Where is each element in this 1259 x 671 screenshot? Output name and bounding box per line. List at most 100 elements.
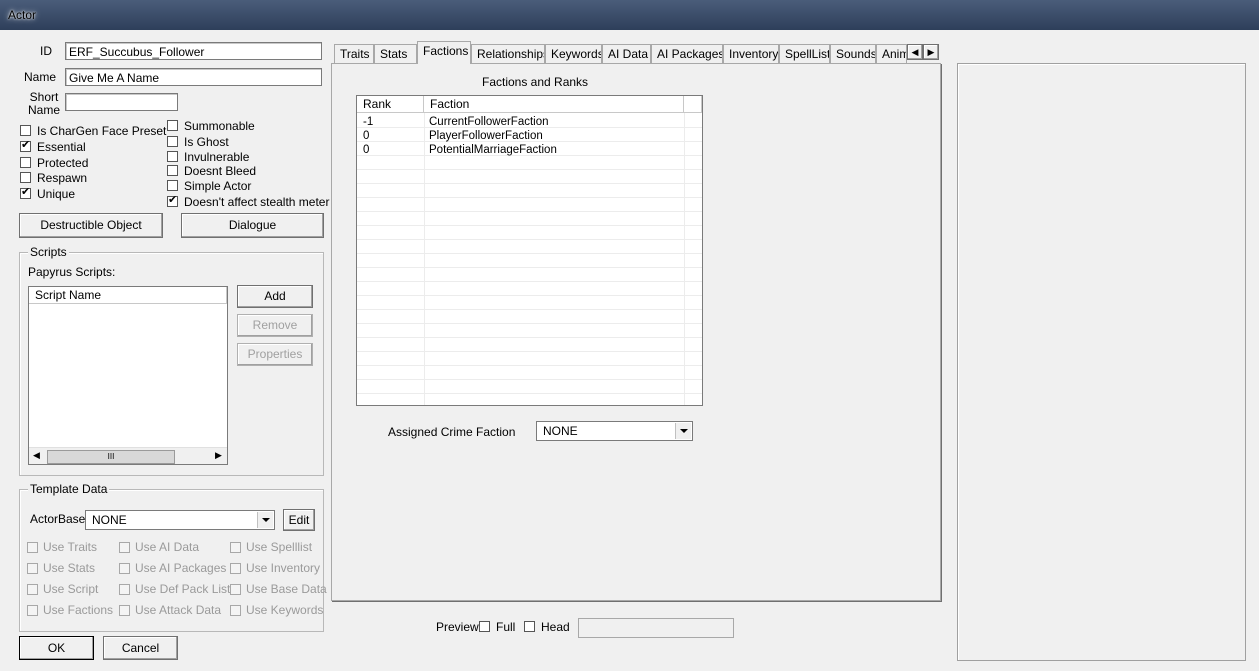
is-ghost-checkbox[interactable]	[167, 136, 178, 147]
row-gridline	[357, 337, 702, 338]
id-label: ID	[40, 44, 52, 58]
simple-actor-checkbox[interactable]	[167, 180, 178, 191]
use-ai-data-checkbox[interactable]	[119, 542, 130, 553]
factions-heading: Factions and Ranks	[482, 75, 589, 89]
tab-relationships[interactable]: Relationships	[471, 44, 545, 63]
use-spelllist-checkbox[interactable]	[230, 542, 241, 553]
doesn-t-affect-stealth-meter-label: Doesn't affect stealth meter	[184, 195, 330, 209]
preview-label: Preview	[436, 620, 479, 634]
crime-faction-select[interactable]: NONE	[536, 421, 693, 441]
use-inventory-checkbox[interactable]	[230, 563, 241, 574]
actorbase-select[interactable]: NONE	[85, 510, 275, 530]
use-stats-label: Use Stats	[43, 561, 96, 575]
preview-pane[interactable]	[957, 63, 1246, 661]
row-gridline	[357, 253, 702, 254]
faction-name: CurrentFollowerFaction	[429, 116, 549, 128]
tab-factions[interactable]: Factions	[417, 41, 471, 64]
tab-scroll-left-icon[interactable]: ◀	[907, 44, 923, 60]
actorbase-label: ActorBase	[30, 512, 86, 526]
tab-ai-packages[interactable]: AI Packages	[651, 44, 723, 63]
use-keywords-checkbox[interactable]	[230, 605, 241, 616]
extra-column-header[interactable]	[684, 96, 702, 113]
faction-rank: 0	[363, 130, 370, 142]
scroll-left-arrow-icon[interactable]: ◀	[33, 450, 40, 461]
crime-faction-value: NONE	[543, 424, 578, 438]
use-def-pack-list-label: Use Def Pack List	[135, 582, 231, 596]
chevron-down-icon[interactable]	[257, 512, 273, 528]
faction-row[interactable]: 0 PotentialMarriageFaction	[357, 143, 702, 157]
tab-sounds[interactable]: Sounds	[830, 44, 876, 63]
dialogue-button[interactable]: Dialogue	[181, 213, 324, 238]
faction-row[interactable]: 0 PlayerFollowerFaction	[357, 129, 702, 143]
unique-checkbox[interactable]	[20, 186, 31, 199]
chevron-down-icon[interactable]	[675, 423, 691, 439]
cancel-button[interactable]: Cancel	[103, 636, 178, 660]
use-stats-checkbox[interactable]	[27, 563, 38, 574]
scripts-hscrollbar[interactable]: ◀ III ▶	[29, 447, 227, 464]
script-name-column-header[interactable]: Script Name	[29, 287, 227, 304]
tab-spelllist[interactable]: SpellList	[779, 44, 830, 63]
title-bar[interactable]: Actor	[0, 0, 1259, 30]
tab-anim[interactable]: Anim	[876, 44, 907, 63]
use-base-data-label: Use Base Data	[246, 582, 327, 596]
tab-scroll-right-icon[interactable]: ▶	[923, 44, 939, 60]
scroll-thumb[interactable]: III	[47, 450, 175, 464]
is-chargen-face-preset-checkbox[interactable]	[20, 125, 31, 136]
use-ai-packages-checkbox[interactable]	[119, 563, 130, 574]
use-inventory-label: Use Inventory	[246, 561, 321, 575]
destructible-object-button[interactable]: Destructible Object	[19, 213, 163, 238]
simple-actor-label: Simple Actor	[184, 179, 252, 193]
row-gridline	[357, 281, 702, 282]
row-gridline	[357, 295, 702, 296]
remove-script-button[interactable]: Remove	[237, 314, 313, 337]
script-properties-button[interactable]: Properties	[237, 343, 313, 366]
use-script-checkbox[interactable]	[27, 584, 38, 595]
tab-stats[interactable]: Stats	[374, 44, 417, 63]
tab-inventory[interactable]: Inventory	[723, 44, 779, 63]
unique-label: Unique	[37, 187, 76, 201]
short-name-label: Short Name	[28, 90, 61, 117]
essential-checkbox[interactable]	[20, 139, 31, 152]
scripts-list[interactable]: Script Name ◀ III ▶	[28, 286, 228, 465]
faction-name: PotentialMarriageFaction	[429, 144, 557, 156]
tab-keywords[interactable]: Keywords	[545, 44, 602, 63]
use-traits-checkbox[interactable]	[27, 542, 38, 553]
rank-column-header[interactable]: Rank	[357, 96, 424, 113]
edit-actorbase-button[interactable]: Edit	[283, 509, 315, 531]
faction-column-header[interactable]: Faction	[424, 96, 684, 113]
use-def-pack-list-checkbox[interactable]	[119, 584, 130, 595]
tab-traits[interactable]: Traits	[334, 44, 374, 63]
name-field[interactable]: Give Me A Name	[65, 68, 322, 86]
invulnerable-label: Invulnerable	[184, 150, 250, 164]
use-base-data-checkbox[interactable]	[230, 584, 241, 595]
use-keywords-label: Use Keywords	[246, 603, 324, 617]
row-gridline	[357, 379, 702, 380]
row-gridline	[357, 197, 702, 198]
add-script-button[interactable]: Add	[237, 285, 313, 308]
tab-ai-data[interactable]: AI Data	[602, 44, 651, 63]
row-gridline	[357, 225, 702, 226]
doesnt-bleed-checkbox[interactable]	[167, 165, 178, 176]
scroll-right-arrow-icon[interactable]: ▶	[215, 450, 222, 461]
preview-head-checkbox[interactable]	[524, 621, 535, 632]
summonable-checkbox[interactable]	[167, 120, 178, 131]
id-field[interactable]: ERF_Succubus_Follower	[65, 42, 322, 60]
use-attack-data-checkbox[interactable]	[119, 605, 130, 616]
row-gridline	[357, 309, 702, 310]
essential-label: Essential	[37, 140, 86, 154]
invulnerable-checkbox[interactable]	[167, 151, 178, 162]
protected-checkbox[interactable]	[20, 157, 31, 168]
doesn-t-affect-stealth-meter-checkbox[interactable]	[167, 194, 178, 207]
factions-list[interactable]: Rank Faction -1 CurrentFollowerFaction 0 Pl…	[356, 95, 703, 406]
preview-progress-field	[578, 618, 734, 638]
preview-full-checkbox[interactable]	[479, 621, 490, 632]
use-factions-checkbox[interactable]	[27, 605, 38, 616]
short-name-field[interactable]	[65, 93, 178, 111]
faction-row[interactable]: -1 CurrentFollowerFaction	[357, 115, 702, 129]
ok-button[interactable]: OK	[19, 636, 94, 660]
tab-scroll-buttons: ◀ ▶	[907, 44, 939, 60]
papyrus-scripts-label: Papyrus Scripts:	[28, 265, 116, 279]
respawn-label: Respawn	[37, 171, 88, 185]
respawn-checkbox[interactable]	[20, 172, 31, 183]
row-gridline	[357, 351, 702, 352]
